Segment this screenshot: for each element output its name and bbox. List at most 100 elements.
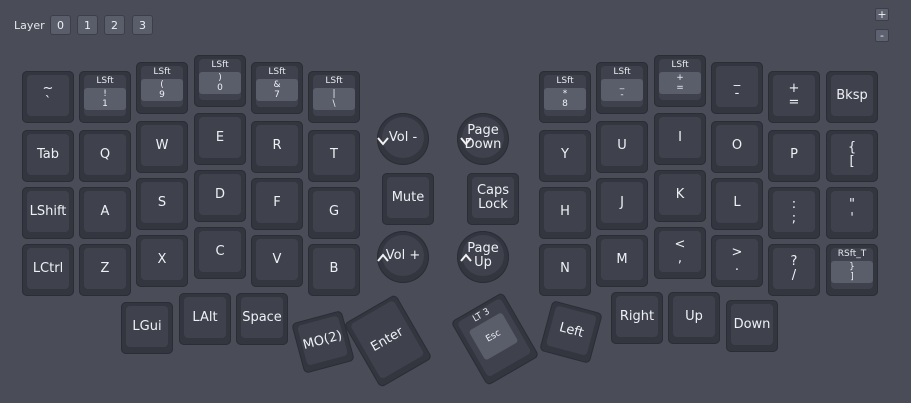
key-e[interactable]: E: [194, 113, 246, 165]
key-q[interactable]: Q: [79, 130, 131, 182]
key-caps[interactable]: Caps Lock: [467, 173, 519, 225]
key-s-cap: S: [141, 182, 183, 223]
key-comma[interactable]: <,: [654, 227, 706, 279]
key-s[interactable]: S: [136, 178, 188, 230]
key-esc-legend: Esc: [484, 328, 503, 345]
key-o[interactable]: O: [711, 121, 763, 173]
key-right[interactable]: Right: [611, 292, 663, 344]
key-k3-cap: LSft) 0: [199, 59, 241, 100]
key-l-legend: L: [733, 194, 741, 210]
key-c[interactable]: C: [194, 227, 246, 279]
key-lgui[interactable]: LGui: [121, 302, 173, 354]
key-lgui-cap: LGui: [126, 306, 168, 347]
layer-1-button[interactable]: 1: [77, 15, 98, 35]
key-equal[interactable]: + =: [768, 71, 820, 123]
key-h[interactable]: H: [539, 187, 591, 239]
key-left-cap: Left: [545, 305, 597, 356]
key-v[interactable]: V: [251, 235, 303, 287]
key-esc[interactable]: LT 3 Esc: [450, 291, 540, 387]
key-k-legend: K: [675, 186, 685, 202]
key-n[interactable]: N: [539, 244, 591, 296]
key-semi[interactable]: :;: [768, 187, 820, 239]
key-r[interactable]: R: [251, 121, 303, 173]
key-s-legend: S: [157, 194, 167, 210]
key-rbrace-tap: }]: [831, 261, 873, 283]
key-caps-cap: Caps Lock: [472, 177, 514, 218]
key-enter[interactable]: Enter: [343, 293, 433, 389]
key-b-cap: B: [313, 248, 355, 289]
key-d-cap: D: [199, 174, 241, 215]
key-quote[interactable]: " ': [826, 187, 878, 239]
key-k6[interactable]: LSft * 8: [539, 71, 591, 123]
key-f[interactable]: F: [251, 178, 303, 230]
key-l[interactable]: L: [711, 178, 763, 230]
key-equal-cap: + =: [773, 75, 815, 116]
key-lbrace-legend: {: [847, 139, 857, 155]
key-comma-legend: <: [674, 236, 686, 252]
key-u[interactable]: U: [596, 121, 648, 173]
key-lalt[interactable]: LAlt: [179, 293, 231, 345]
key-t[interactable]: T: [308, 130, 360, 182]
key-semi-legend: ;: [791, 210, 797, 226]
key-mo2[interactable]: MO(2): [291, 310, 355, 374]
key-y[interactable]: Y: [539, 130, 591, 182]
key-z[interactable]: Z: [79, 244, 131, 296]
key-v-legend: V: [272, 251, 282, 267]
key-k8-legend: =: [676, 83, 684, 93]
key-space[interactable]: Space: [236, 293, 288, 345]
key-k3[interactable]: LSft) 0: [194, 55, 246, 107]
key-semi-cap: :;: [773, 191, 815, 232]
zoom-out-button[interactable]: -: [875, 29, 889, 42]
key-bksp-cap: Bksp: [831, 75, 873, 116]
key-rbrace[interactable]: RSft_T}]: [826, 244, 878, 296]
key-caps-legend: Lock: [478, 196, 508, 212]
key-bksp[interactable]: Bksp: [826, 71, 878, 123]
key-k1[interactable]: LSft! 1: [79, 71, 131, 123]
key-tab-cap: Tab: [27, 134, 69, 175]
key-k4-legend: 7: [274, 90, 280, 100]
key-k1-tap: ! 1: [84, 88, 126, 110]
key-k7[interactable]: LSft _ -: [596, 62, 648, 114]
key-k8-modifier: LSft: [671, 60, 689, 70]
key-mo2-legend: MO(2): [301, 327, 344, 353]
key-lctrl[interactable]: LCtrl: [22, 244, 74, 296]
key-x[interactable]: X: [136, 235, 188, 287]
key-b[interactable]: B: [308, 244, 360, 296]
key-tab[interactable]: Tab: [22, 130, 74, 182]
key-d[interactable]: D: [194, 170, 246, 222]
key-k2[interactable]: LSft (9: [136, 62, 188, 114]
key-k4[interactable]: LSft & 7: [251, 62, 303, 114]
key-m[interactable]: M: [596, 235, 648, 287]
key-j[interactable]: J: [596, 178, 648, 230]
key-mute[interactable]: Mute: [382, 173, 434, 225]
key-k8[interactable]: LSft + =: [654, 55, 706, 107]
key-up[interactable]: Up: [668, 292, 720, 344]
key-lshift-legend: LShift: [29, 203, 67, 219]
layer-0-button[interactable]: 0: [50, 15, 71, 35]
key-left[interactable]: Left: [539, 300, 603, 364]
key-voldown-legend: Vol -: [388, 129, 418, 145]
key-slash[interactable]: ? /: [768, 244, 820, 296]
key-t-cap: T: [313, 134, 355, 175]
zoom-in-button[interactable]: +: [875, 8, 889, 21]
key-k[interactable]: K: [654, 170, 706, 222]
key-i[interactable]: I: [654, 113, 706, 165]
key-a[interactable]: A: [79, 187, 131, 239]
key-minus[interactable]: _ -: [711, 62, 763, 114]
key-lgui-legend: LGui: [132, 318, 162, 334]
key-w[interactable]: W: [136, 121, 188, 173]
key-p[interactable]: P: [768, 130, 820, 182]
key-down[interactable]: Down: [726, 300, 778, 352]
key-i-cap: I: [659, 117, 701, 158]
layer-2-button[interactable]: 2: [104, 15, 125, 35]
key-g[interactable]: G: [308, 187, 360, 239]
key-k5[interactable]: LSft | \: [308, 71, 360, 123]
key-lbrace[interactable]: {[: [826, 130, 878, 182]
key-rbrace-legend: ]: [850, 272, 854, 282]
key-grave[interactable]: ~ `: [22, 71, 74, 123]
key-dot[interactable]: >.: [711, 235, 763, 287]
key-k4-legend: &: [273, 80, 281, 90]
key-lshift[interactable]: LShift: [22, 187, 74, 239]
layer-3-button[interactable]: 3: [132, 15, 153, 35]
key-quote-legend: ": [849, 196, 855, 212]
